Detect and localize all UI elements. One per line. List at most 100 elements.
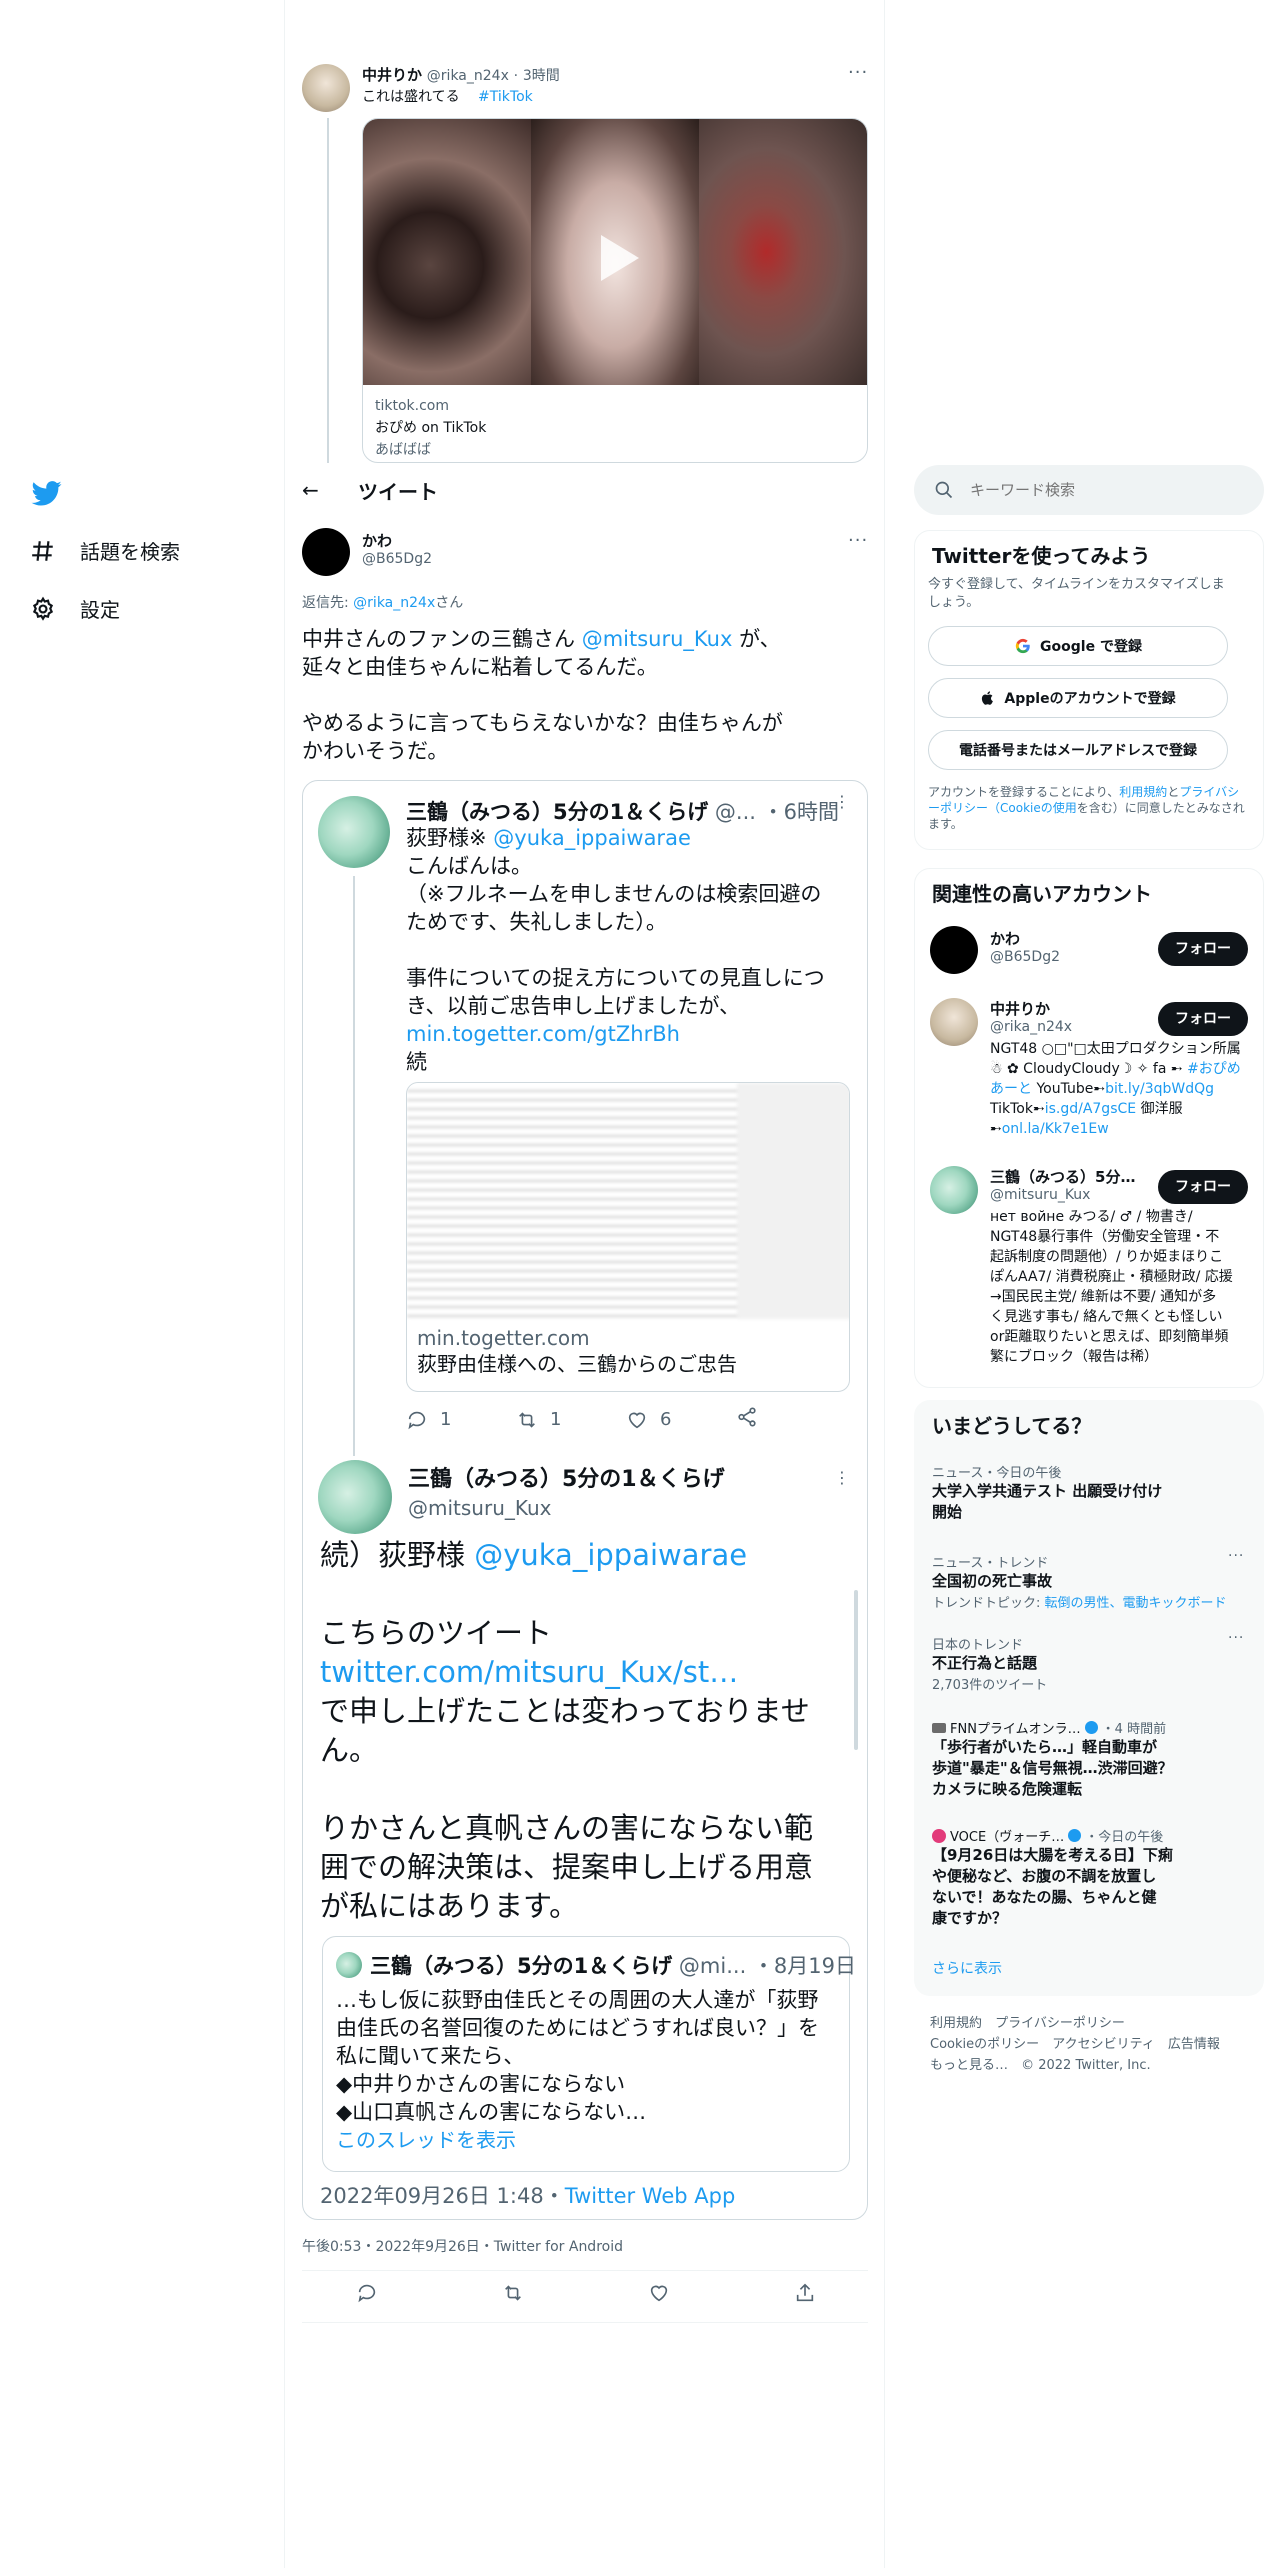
search-input[interactable] <box>970 477 1240 503</box>
heart-icon[interactable] <box>648 2282 670 2304</box>
embed1-text: 荻野様※ @yuka_ippaiwarae こんばんは。 （※フルネームを申しま… <box>406 824 856 1076</box>
news-item[interactable]: VOCE（ヴォーチ… ・今日の午後 【9月26日は大腸を考える日】下痢 や便秘な… <box>932 1826 1252 1929</box>
embed1-handle[interactable]: @... <box>715 800 756 824</box>
terms-link[interactable]: 利用規約 <box>1119 785 1167 799</box>
back-arrow-icon[interactable]: ← <box>302 478 319 502</box>
related-avatar[interactable] <box>930 926 978 974</box>
main-tweet-timestamp[interactable]: 午後0:53・2022年9月26日・Twitter for Android <box>302 2236 623 2256</box>
like-button[interactable]: 6 <box>626 1409 736 1431</box>
page-title: ツイート <box>358 480 438 504</box>
search-icon <box>935 481 953 499</box>
embed2-avatar[interactable] <box>318 1460 392 1534</box>
apple-icon <box>982 691 994 705</box>
preview-tweet-text: これは盛れてる #TikTok <box>362 89 533 105</box>
source-link[interactable]: Twitter Web App <box>565 2184 736 2208</box>
footer-link[interactable]: もっと見る… <box>930 2058 1008 2073</box>
preview-tweet-avatar[interactable] <box>302 64 350 112</box>
show-more-link[interactable]: さらに表示 <box>932 1958 1002 1978</box>
hashtag-link[interactable]: #TikTok <box>478 89 533 105</box>
footer-link[interactable]: アクセシビリティ <box>1052 2037 1155 2052</box>
retweet-button[interactable]: 1 <box>516 1409 626 1431</box>
twitter-bird-icon[interactable] <box>30 478 64 508</box>
more-icon[interactable]: ⋮ <box>834 1468 851 1487</box>
main-tweet-author: かわ @B65Dg2 <box>362 530 432 567</box>
signup-title: Twitterを使ってみよう <box>932 544 1151 568</box>
footer-link[interactable]: 広告情報 <box>1168 2037 1220 2052</box>
footer-link[interactable]: プライバシーポリシー <box>995 2016 1125 2031</box>
play-icon[interactable] <box>585 227 647 289</box>
share-button[interactable] <box>736 1406 758 1433</box>
signup-terms: アカウントを登録することにより、利用規約とプライバシーポリシー（Cookieの使… <box>928 785 1245 831</box>
phone-email-signup-button[interactable]: 電話番号またはメールアドレスで登録 <box>928 730 1228 770</box>
reply-to-handle[interactable]: @rika_n24x <box>353 595 435 611</box>
trend-item[interactable]: 日本のトレンド 不正行為と話題 2,703件のツイート <box>932 1634 1242 1693</box>
heart-icon <box>628 1412 646 1428</box>
embed2-name[interactable]: 三鶴（みつる）5分の1＆くらげ <box>408 1466 725 1494</box>
follow-button[interactable]: フォロー <box>1158 932 1248 966</box>
related-bio: нет войне みつる/ ♂ / 物書き/ NGT48暴行事件（労働安全管理… <box>990 1209 1233 1365</box>
more-icon[interactable]: ··· <box>848 530 868 551</box>
mention-link[interactable]: @yuka_ippaiwarae <box>474 1538 747 1572</box>
quote-text: …もし仮に荻野由佳氏とその周囲の大人達が「荻野 由佳氏の名誉回復のためにはどうす… <box>336 1986 841 2154</box>
apple-signup-button[interactable]: Appleのアカウントで登録 <box>928 678 1228 718</box>
embed2-author: 三鶴（みつる）5分の1＆くらげ @mitsuru_Kux <box>408 1466 725 1522</box>
nav-settings[interactable]: 設定 <box>30 594 120 623</box>
embed2-handle[interactable]: @mitsuru_Kux <box>408 1494 725 1522</box>
more-icon[interactable]: ··· <box>1228 1630 1244 1646</box>
retweet-icon[interactable] <box>502 2282 524 2304</box>
tweet-link[interactable]: twitter.com/mitsuru_Kux/st… <box>320 1653 850 1692</box>
follow-button[interactable]: フォロー <box>1158 1002 1248 1036</box>
togetter-link-card[interactable]: min.togetter.com 荻野由佳様への、三鶴からのご忠告 <box>406 1082 850 1392</box>
main-column-divider <box>884 0 885 2568</box>
reply-button[interactable]: 1 <box>406 1409 516 1431</box>
reply-icon <box>408 1411 426 1429</box>
link-card-domain: tiktok.com <box>375 398 449 414</box>
footer-links: 利用規約 プライバシーポリシー Cookieのポリシー アクセシビリティ 広告情… <box>930 2012 1220 2075</box>
mention-link[interactable]: @mitsuru_Kux <box>582 627 733 651</box>
footer-link[interactable]: 利用規約 <box>930 2016 982 2031</box>
preview-tweet-header: 中井りか @rika_n24x · 3時間 <box>362 66 560 84</box>
share-icon <box>738 1407 756 1427</box>
embed1-time[interactable]: ・6時間 <box>763 800 839 824</box>
link-card-title: おぴめ on TikTok <box>375 420 487 436</box>
embed2-text: 続）荻野様 @yuka_ippaiwarae こちらのツイート twitter.… <box>320 1536 850 1926</box>
nav-explore[interactable]: 話題を検索 <box>30 536 180 565</box>
scrollbar[interactable] <box>854 1590 858 1750</box>
trend-item[interactable]: ニュース・トレンド 全国初の死亡事故 トレンドトピック: 転倒の男性、電動キック… <box>932 1552 1242 1611</box>
link-card-title: 荻野由佳様への、三鶴からのご忠告 <box>417 1352 737 1376</box>
preview-tweet-name[interactable]: 中井りか <box>362 66 422 84</box>
more-icon[interactable]: ⋮ <box>834 792 851 811</box>
reply-icon[interactable] <box>356 2282 378 2304</box>
google-signup-button[interactable]: Google で登録 <box>928 626 1228 666</box>
reply-to: 返信先: @rika_n24xさん <box>302 595 464 611</box>
nav-explore-label: 話題を検索 <box>80 540 180 564</box>
related-avatar[interactable] <box>930 998 978 1046</box>
search-box[interactable] <box>914 465 1264 515</box>
more-icon[interactable]: ··· <box>1228 1548 1244 1564</box>
trends-title: いまどうしてる？ <box>932 1414 1092 1438</box>
mention-link[interactable]: @yuka_ippaiwarae <box>493 826 691 850</box>
follow-button[interactable]: フォロー <box>1158 1170 1248 1204</box>
preview-tweet-time[interactable]: 3時間 <box>523 68 560 84</box>
more-icon[interactable]: ··· <box>848 62 868 83</box>
preview-tweet-handle[interactable]: @rika_n24x <box>427 68 509 84</box>
main-tweet-name[interactable]: かわ <box>362 530 432 551</box>
related-avatar[interactable] <box>930 1166 978 1214</box>
news-item[interactable]: FNNプライムオンラ… ・4 時間前 「歩行者がいたら…」軽自動車が 歩道"暴走… <box>932 1718 1252 1800</box>
main-tweet-handle[interactable]: @B65Dg2 <box>362 551 432 567</box>
main-tweet-text: 中井さんのファンの三鶴さん @mitsuru_Kux が、 延々と由佳ちゃんに粘… <box>302 627 783 763</box>
share-icon[interactable] <box>794 2282 816 2304</box>
footer-link[interactable]: Cookieのポリシー <box>930 2037 1039 2052</box>
main-tweet-avatar[interactable] <box>302 528 350 576</box>
related-account-1[interactable]: かわ @B65Dg2 <box>990 928 1060 965</box>
embed1-avatar[interactable] <box>318 796 390 868</box>
nav-settings-label: 設定 <box>80 598 120 622</box>
trend-item[interactable]: ニュース・今日の午後 大学入学共通テスト 出願受け付け 開始 <box>932 1462 1242 1523</box>
embed1-name[interactable]: 三鶴（みつる）5分の1＆くらげ <box>406 800 708 824</box>
togetter-thumbnail <box>407 1083 849 1319</box>
embed2-date: 2022年09月26日 1:48・Twitter Web App <box>320 2184 736 2208</box>
togetter-link[interactable]: min.togetter.com/gtZhrBh <box>406 1020 856 1048</box>
tiktok-link-card[interactable]: tiktok.com おぴめ on TikTok あばばば <box>362 118 868 463</box>
thread-line <box>327 118 329 463</box>
show-thread-link[interactable]: このスレッドを表示 <box>336 2126 841 2154</box>
